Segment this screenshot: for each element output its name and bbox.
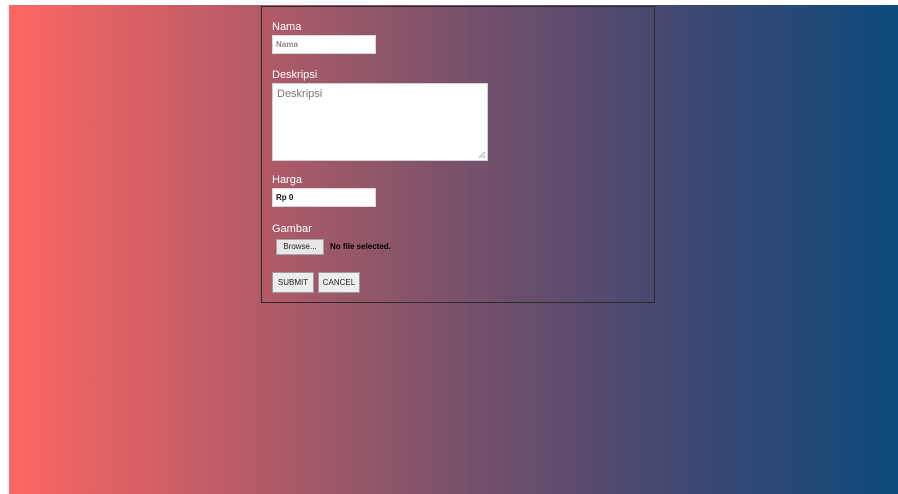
harga-value: Rp 0	[276, 193, 294, 202]
harga-input[interactable]: Rp 0	[272, 188, 376, 207]
deskripsi-label: Deskripsi	[272, 69, 318, 81]
nama-label: Nama	[272, 21, 302, 33]
gambar-label: Gambar	[272, 223, 312, 235]
nama-input[interactable]: Nama	[272, 35, 376, 54]
deskripsi-textarea[interactable]: Deskripsi	[272, 83, 488, 161]
page-background: Nama Nama Deskripsi Deskripsi Harga Rp 0…	[9, 5, 898, 494]
deskripsi-placeholder: Deskripsi	[277, 88, 323, 100]
resize-grip-icon[interactable]	[479, 152, 485, 158]
product-form: Nama Nama Deskripsi Deskripsi Harga Rp 0…	[261, 6, 655, 303]
submit-button[interactable]: SUBMIT	[272, 272, 314, 293]
nama-placeholder: Nama	[276, 40, 298, 49]
browse-button[interactable]: Browse...	[276, 239, 324, 255]
cancel-button[interactable]: CANCEL	[318, 272, 360, 293]
file-status: No file selected.	[330, 242, 391, 251]
harga-label: Harga	[272, 174, 302, 186]
